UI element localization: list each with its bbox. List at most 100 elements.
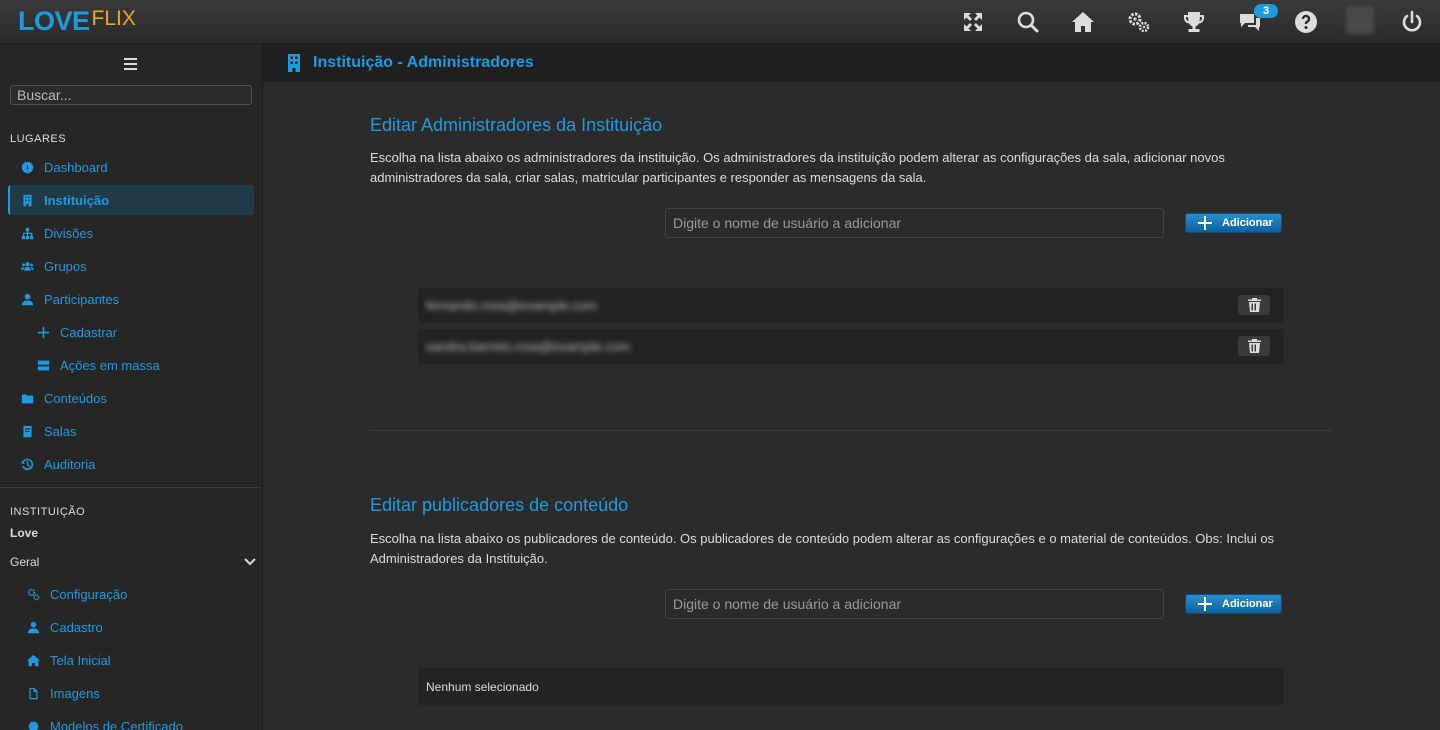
plus-icon xyxy=(36,325,50,339)
admin-email: fernando.rosa@example.com xyxy=(426,298,597,313)
publisher-username-input[interactable] xyxy=(665,589,1164,619)
chevron-down-icon xyxy=(244,558,256,566)
publishers-empty-row: Nenhum selecionado xyxy=(418,668,1284,705)
delete-admin-button[interactable] xyxy=(1238,295,1270,315)
plus-icon xyxy=(1198,597,1212,611)
sidebar-item-label: Participantes xyxy=(44,291,120,307)
sidebar-item-label: Dashboard xyxy=(44,159,108,175)
menu-toggle-icon[interactable] xyxy=(124,58,137,70)
admin-username-input[interactable] xyxy=(665,208,1164,238)
sidebar-item-cadastro[interactable]: Cadastro xyxy=(8,612,254,642)
sidebar-item-participantes[interactable]: Participantes xyxy=(8,284,254,314)
institution-section-title: INSTITUIÇÃO xyxy=(10,506,86,518)
geral-label: Geral xyxy=(10,555,40,569)
sidebar-item-label: Conteúdos xyxy=(44,390,107,406)
sidebar: LUGARES Dashboard Instituição Divisões G… xyxy=(0,44,263,730)
places-section-title: LUGARES xyxy=(10,133,67,145)
admins-description: Escolha na lista abaixo os administrador… xyxy=(370,150,1225,185)
book-icon xyxy=(20,424,34,438)
sidebar-item-divisoes[interactable]: Divisões xyxy=(8,218,254,248)
plus-icon xyxy=(1198,216,1212,230)
help-button[interactable] xyxy=(1292,8,1320,36)
building-icon xyxy=(20,193,34,207)
delete-admin-button[interactable] xyxy=(1238,336,1270,356)
dashboard-icon xyxy=(20,160,34,174)
certificate-icon xyxy=(26,719,40,730)
folder-icon xyxy=(20,391,34,405)
history-icon xyxy=(20,457,34,471)
sidebar-item-label: Salas xyxy=(44,423,77,439)
trophy-button[interactable] xyxy=(1180,8,1208,36)
geral-accordion[interactable]: Geral xyxy=(10,552,256,572)
sidebar-item-label: Instituição xyxy=(44,192,110,208)
publishers-description: Escolha na lista abaixo os publicadores … xyxy=(370,531,1275,566)
search-icon xyxy=(1017,11,1039,33)
sidebar-item-label: Cadastrar xyxy=(60,324,118,340)
admin-list-row: sandra.barreto.rosa@example.com xyxy=(418,329,1284,364)
sidebar-item-conteudos[interactable]: Conteúdos xyxy=(8,383,254,413)
sidebar-item-label: Grupos xyxy=(44,258,87,274)
sidebar-item-label: Cadastro xyxy=(50,619,103,635)
settings-button[interactable] xyxy=(1125,8,1153,36)
sidebar-item-instituicao[interactable]: Instituição xyxy=(8,185,254,215)
loveflix-logo[interactable]: LOVE FLIX xyxy=(18,6,136,38)
logo-flix-text: FLIX xyxy=(91,7,136,30)
sidebar-item-auditoria[interactable]: Auditoria xyxy=(8,449,254,479)
trophy-icon xyxy=(1184,12,1204,32)
home-icon xyxy=(1072,12,1094,32)
file-icon xyxy=(26,686,40,700)
sitemap-icon xyxy=(20,226,34,240)
messages-button[interactable]: 3 xyxy=(1236,4,1278,36)
sidebar-search-input[interactable] xyxy=(10,85,252,105)
sidebar-item-dashboard[interactable]: Dashboard xyxy=(8,152,254,182)
sidebar-item-modelos-de-certificado[interactable]: Modelos de Certificado xyxy=(8,711,254,730)
server-icon xyxy=(36,358,50,372)
settings-icon xyxy=(1128,12,1150,33)
admin-email: sandra.barreto.rosa@example.com xyxy=(426,339,630,354)
sidebar-item-tela-inicial[interactable]: Tela Inicial xyxy=(8,645,254,675)
power-icon xyxy=(1402,10,1422,32)
sidebar-item-label: Auditoria xyxy=(44,456,96,472)
admin-list-row: fernando.rosa@example.com xyxy=(418,288,1284,323)
sidebar-item-cadastrar[interactable]: Cadastrar xyxy=(8,317,254,347)
sidebar-item-grupos[interactable]: Grupos xyxy=(8,251,254,281)
home-button[interactable] xyxy=(1069,8,1097,36)
add-admin-button-label: Adicionar xyxy=(1222,217,1273,229)
sidebar-item-label: Tela Inicial xyxy=(50,652,111,668)
main-content: Editar Administradores da Instituição Es… xyxy=(263,82,1440,730)
trash-icon xyxy=(1247,339,1261,353)
sidebar-item-label: Imagens xyxy=(50,685,100,701)
page-title: Instituição - Administradores xyxy=(313,54,534,71)
fullscreen-button[interactable] xyxy=(959,8,987,36)
sidebar-item-label: Ações em massa xyxy=(60,357,160,373)
sidebar-item-label: Divisões xyxy=(44,225,94,241)
sidebar-divider xyxy=(0,487,262,488)
user-icon xyxy=(20,292,34,306)
add-publisher-button-label: Adicionar xyxy=(1222,598,1273,610)
user-icon xyxy=(26,620,40,634)
institution-name: Love xyxy=(10,526,39,540)
add-admin-button[interactable]: Adicionar xyxy=(1185,213,1282,233)
home-icon xyxy=(26,653,40,667)
page-header: Instituição - Administradores xyxy=(263,44,1440,82)
admins-heading: Editar Administradores da Instituição xyxy=(370,115,663,135)
expand-icon xyxy=(964,13,982,31)
users-icon xyxy=(20,259,34,273)
cogs-icon xyxy=(26,587,40,601)
sidebar-item-imagens[interactable]: Imagens xyxy=(8,678,254,708)
notification-badge: 3 xyxy=(1254,4,1278,18)
add-publisher-button[interactable]: Adicionar xyxy=(1185,594,1282,614)
sidebar-item-label: Configuração xyxy=(50,586,128,602)
sidebar-item-salas[interactable]: Salas xyxy=(8,416,254,446)
sidebar-item-acoes-em-massa[interactable]: Ações em massa xyxy=(8,350,254,380)
section-divider xyxy=(370,430,1332,431)
building-icon xyxy=(288,54,300,72)
trash-icon xyxy=(1247,298,1261,312)
avatar[interactable] xyxy=(1346,6,1374,34)
sidebar-item-configuracao[interactable]: Configuração xyxy=(8,579,254,609)
top-bar: LOVE FLIX 3 xyxy=(0,0,1440,44)
sidebar-item-label: Modelos de Certificado xyxy=(50,718,183,730)
search-button[interactable] xyxy=(1014,8,1042,36)
logout-button[interactable] xyxy=(1398,8,1426,36)
help-icon xyxy=(1295,11,1317,33)
